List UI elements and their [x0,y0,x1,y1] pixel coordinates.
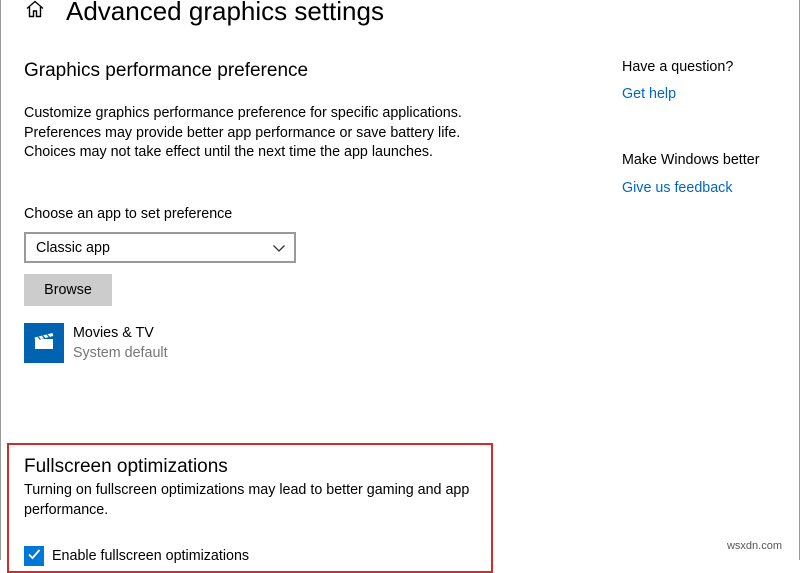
clapperboard-icon [33,331,55,356]
page-title: Advanced graphics settings [66,0,384,26]
app-tile [24,323,64,363]
page-header: Advanced graphics settings [24,0,384,31]
question-heading: Have a question? [622,59,734,75]
checkbox-box [24,546,44,566]
app-name: Movies & TV [73,325,154,341]
fullscreen-optimizations-checkbox[interactable]: Enable fullscreen optimizations [24,546,249,566]
feedback-heading: Make Windows better [622,152,760,168]
graphics-pref-description: Customize graphics performance preferenc… [24,105,462,161]
give-feedback-link[interactable]: Give us feedback [622,180,732,196]
fullscreen-title: Fullscreen optimizations [24,456,228,477]
browse-button[interactable]: Browse [24,274,112,306]
app-list-item-movies-tv[interactable]: Movies & TV System default [24,323,324,365]
app-preference: System default [73,345,168,361]
dropdown-label: Choose an app to set preference [24,206,233,222]
fullscreen-description: Turning on fullscreen optimizations may … [24,482,470,518]
chevron-down-icon [272,241,286,255]
get-help-link[interactable]: Get help [622,86,676,102]
watermark: wsxdn.com [726,540,782,552]
graphics-pref-title: Graphics performance preference [24,60,309,81]
checkmark-icon [27,547,41,566]
home-icon [25,0,45,24]
app-type-dropdown[interactable]: Classic app [24,232,296,263]
checkbox-label: Enable fullscreen optimizations [52,548,250,564]
home-button[interactable] [24,0,46,22]
window-left-border [0,0,1,560]
dropdown-selected-value: Classic app [36,239,110,256]
